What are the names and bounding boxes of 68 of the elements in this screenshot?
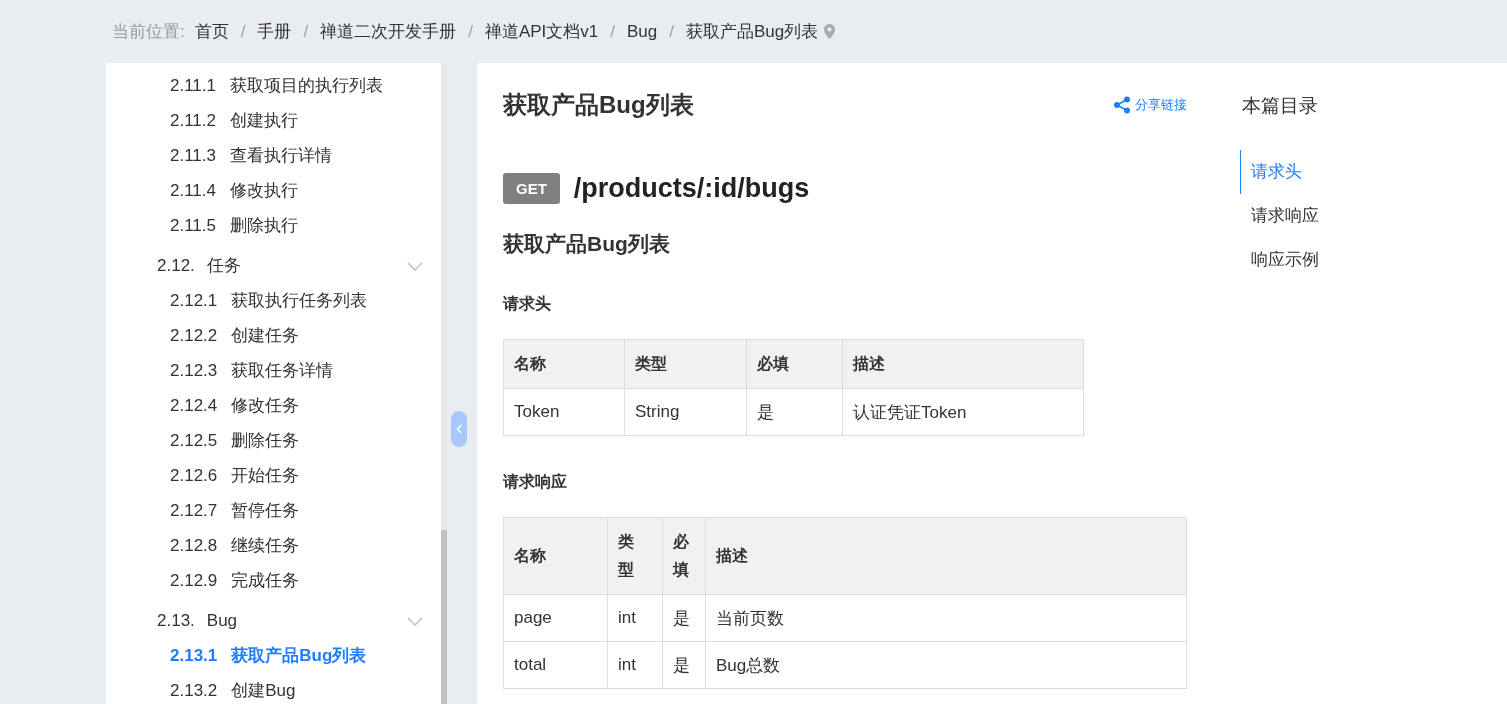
toc-title: 本篇目录 (1242, 94, 1319, 118)
breadcrumb-separator: / (669, 21, 674, 42)
sidebar-item[interactable]: 2.12.4 修改任务 (106, 388, 441, 423)
http-method-badge: GET (503, 173, 560, 204)
location-pin-icon (824, 24, 836, 39)
sidebar-item[interactable]: 2.12.1 获取执行任务列表 (106, 283, 441, 318)
table-cell: String (624, 388, 747, 436)
breadcrumb-link[interactable]: 禅道二次开发手册 (320, 20, 457, 43)
sidebar-item[interactable]: 2.12.3 获取任务详情 (106, 353, 441, 388)
sidebar-group[interactable]: 2.12. 任务 (106, 248, 441, 283)
table-cell: 认证凭证Token (842, 388, 1084, 436)
table-cell: total (503, 641, 608, 689)
section-heading: 请求头 (503, 294, 552, 314)
breadcrumb-link[interactable]: 禅道API文档v1 (484, 20, 599, 43)
table-cell: Token (503, 388, 625, 436)
table-cell: 是 (746, 388, 843, 436)
sidebar-item[interactable]: 2.12.5 删除任务 (106, 423, 441, 458)
sidebar-item[interactable]: 2.11.3 查看执行详情 (106, 138, 441, 173)
sidebar-item[interactable]: 2.11.5 删除执行 (106, 208, 441, 243)
table-header: 必填 (662, 517, 706, 595)
sidebar-item[interactable]: 2.12.9 完成任务 (106, 563, 441, 598)
sidebar-item[interactable]: 2.11.4 修改执行 (106, 173, 441, 208)
breadcrumb-link[interactable]: 首页 (194, 20, 229, 43)
collapse-sidebar-button[interactable] (451, 411, 467, 447)
chevron-left-icon (455, 424, 463, 434)
sidebar-group[interactable]: 2.13. Bug (106, 603, 441, 638)
table-header: 描述 (842, 339, 1084, 389)
toc-link[interactable]: 请求响应 (1240, 194, 1319, 238)
table-header: 名称 (503, 339, 625, 389)
breadcrumb-separator: / (240, 21, 246, 42)
table-header: 名称 (503, 517, 608, 595)
table-header: 类型 (607, 517, 663, 595)
breadcrumb-separator: / (610, 21, 616, 42)
sidebar-item[interactable]: 2.12.6 开始任务 (106, 458, 441, 493)
table-header: 必填 (746, 339, 843, 389)
table-cell: int (607, 641, 663, 689)
table-header: 类型 (624, 339, 747, 389)
section-title: 获取产品Bug列表 (503, 231, 671, 257)
chevron-icon[interactable] (407, 615, 423, 626)
table-cell: page (503, 594, 608, 642)
table-header: 描述 (705, 517, 1187, 595)
scrollbar[interactable] (441, 63, 447, 704)
breadcrumb-label: 当前位置: (112, 21, 185, 43)
share-icon (1113, 96, 1131, 114)
sidebar-item[interactable]: 2.12.2 创建任务 (106, 318, 441, 353)
page-title: 获取产品Bug列表 (503, 90, 694, 120)
sidebar-item[interactable]: 2.12.8 继续任务 (106, 528, 441, 563)
sidebar-item[interactable]: 2.11.2 创建执行 (106, 103, 441, 138)
section-heading: 请求响应 (503, 472, 568, 492)
sidebar-item[interactable]: 2.12.7 暂停任务 (106, 493, 441, 528)
table-cell: int (607, 594, 663, 642)
toc-link[interactable]: 响应示例 (1240, 238, 1319, 282)
sidebar-item[interactable]: 2.13.1 获取产品Bug列表 (106, 638, 441, 673)
breadcrumb-link[interactable]: Bug (627, 21, 658, 42)
breadcrumb-separator: / (303, 21, 309, 42)
sidebar-item[interactable]: 2.11.1 获取项目的执行列表 (106, 68, 441, 103)
share-link[interactable]: 分享链接 (1113, 96, 1187, 114)
breadcrumb-link[interactable]: 获取产品Bug列表 (686, 20, 819, 43)
breadcrumb-link[interactable]: 手册 (257, 20, 292, 43)
breadcrumb-separator: / (468, 21, 473, 42)
table-cell: 当前页数 (705, 594, 1187, 642)
table-cell: 是 (662, 594, 706, 642)
sidebar-item[interactable]: 2.13.2 创建Bug (106, 673, 441, 704)
chevron-icon[interactable] (407, 260, 423, 271)
toc-link[interactable]: 请求头 (1240, 150, 1319, 194)
table-cell: Bug总数 (705, 641, 1187, 689)
table-cell: 是 (662, 641, 706, 689)
endpoint-path: /products/:id/bugs (573, 173, 810, 204)
